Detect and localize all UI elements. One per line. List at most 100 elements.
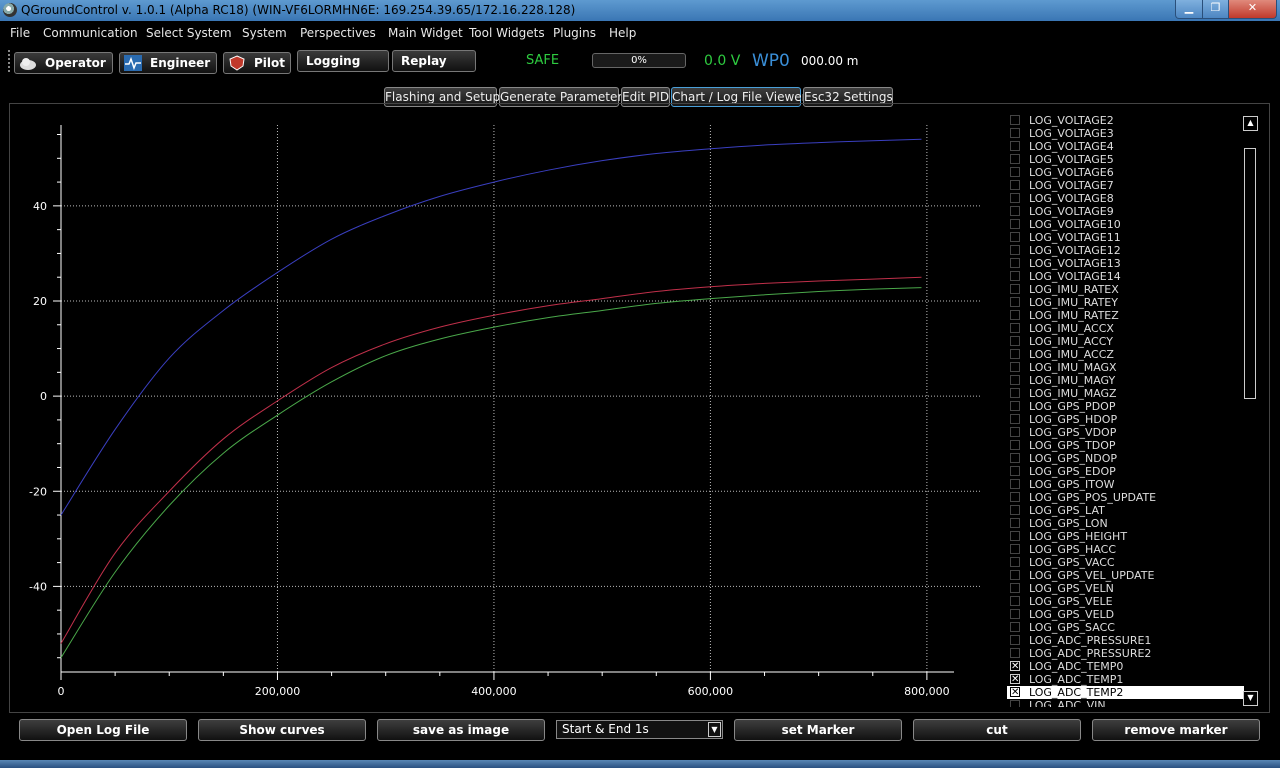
curve-checkbox[interactable]: [1010, 492, 1020, 502]
curve-checkbox[interactable]: [1010, 271, 1020, 281]
curve-checkbox[interactable]: ✕: [1010, 661, 1020, 672]
curve-checkbox[interactable]: [1010, 453, 1020, 463]
curve-checkbox[interactable]: [1010, 258, 1020, 268]
curve-checkbox[interactable]: [1010, 466, 1020, 476]
curve-checkbox[interactable]: [1010, 570, 1020, 580]
toolbar-grip[interactable]: [8, 50, 10, 74]
curve-list-item[interactable]: LOG_GPS_VELN: [1007, 582, 1244, 595]
save-as-image-button[interactable]: save as image: [377, 719, 545, 741]
menu-communication[interactable]: Communication: [43, 26, 138, 40]
curve-list-item[interactable]: LOG_GPS_ITOW: [1007, 478, 1244, 491]
curve-checkbox[interactable]: [1010, 648, 1020, 658]
curve-list-item[interactable]: LOG_IMU_ACCY: [1007, 335, 1244, 348]
curve-list-item[interactable]: LOG_GPS_VELD: [1007, 608, 1244, 621]
curve-list-item[interactable]: ✕ LOG_ADC_TEMP2: [1007, 686, 1244, 699]
curve-list-item[interactable]: LOG_VOLTAGE9: [1007, 205, 1244, 218]
curve-checkbox[interactable]: [1010, 297, 1020, 307]
curve-list-item[interactable]: LOG_IMU_RATEY: [1007, 296, 1244, 309]
curve-list-item[interactable]: LOG_GPS_LON: [1007, 517, 1244, 530]
show-curves-button[interactable]: Show curves: [198, 719, 366, 741]
curve-checkbox[interactable]: [1010, 245, 1020, 255]
minimize-button[interactable]: ▁: [1175, 0, 1203, 19]
curve-list-item[interactable]: LOG_VOLTAGE12: [1007, 244, 1244, 257]
menu-tool-widgets[interactable]: Tool Widgets: [469, 26, 545, 40]
menu-select-system[interactable]: Select System: [146, 26, 232, 40]
menu-perspectives[interactable]: Perspectives: [300, 26, 376, 40]
open-log-file-button[interactable]: Open Log File: [19, 719, 187, 741]
engineer-perspective-button[interactable]: Engineer: [119, 52, 217, 74]
curve-list-item[interactable]: LOG_GPS_VEL_UPDATE: [1007, 569, 1244, 582]
curve-checkbox[interactable]: [1010, 557, 1020, 567]
maximize-button[interactable]: ❐: [1202, 0, 1229, 19]
curve-list-item[interactable]: LOG_VOLTAGE5: [1007, 153, 1244, 166]
curve-list-scrollbar[interactable]: ▲ ▼: [1243, 114, 1258, 707]
curve-checkbox[interactable]: [1010, 596, 1020, 606]
curve-checkbox[interactable]: [1010, 427, 1020, 437]
curve-list-item[interactable]: LOG_GPS_VELE: [1007, 595, 1244, 608]
operator-perspective-button[interactable]: Operator: [14, 52, 113, 74]
curve-list-item[interactable]: LOG_GPS_PDOP: [1007, 400, 1244, 413]
curve-list-item[interactable]: LOG_VOLTAGE4: [1007, 140, 1244, 153]
curve-checkbox[interactable]: [1010, 479, 1020, 489]
logging-perspective-button[interactable]: Logging: [297, 50, 389, 72]
curve-list-item[interactable]: LOG_IMU_ACCX: [1007, 322, 1244, 335]
curve-list-item[interactable]: LOG_GPS_HEIGHT: [1007, 530, 1244, 543]
scroll-down-icon[interactable]: ▼: [1243, 691, 1258, 706]
curve-list-item[interactable]: LOG_ADC_PRESSURE2: [1007, 647, 1244, 660]
menu-main-widget[interactable]: Main Widget: [388, 26, 463, 40]
curve-list-item[interactable]: LOG_ADC_VIN: [1007, 699, 1244, 707]
curve-checkbox[interactable]: [1010, 323, 1020, 333]
curve-checkbox[interactable]: [1010, 284, 1020, 294]
curve-list-item[interactable]: LOG_IMU_MAGY: [1007, 374, 1244, 387]
set-marker-button[interactable]: set Marker: [734, 719, 902, 741]
menu-system[interactable]: System: [242, 26, 287, 40]
curve-checkbox[interactable]: [1010, 310, 1020, 320]
curve-checkbox[interactable]: [1010, 622, 1020, 632]
marker-range-select[interactable]: Start & End 1s ▼: [556, 720, 723, 739]
curve-checkbox[interactable]: [1010, 544, 1020, 554]
curve-checkbox[interactable]: [1010, 531, 1020, 541]
curve-checkbox[interactable]: ✕: [1010, 687, 1020, 698]
curve-list-item[interactable]: LOG_IMU_ACCZ: [1007, 348, 1244, 361]
curve-list-item[interactable]: LOG_GPS_TDOP: [1007, 439, 1244, 452]
curve-list-item[interactable]: LOG_GPS_VDOP: [1007, 426, 1244, 439]
curve-list-item[interactable]: ✕ LOG_ADC_TEMP0: [1007, 660, 1244, 673]
curve-checkbox[interactable]: [1010, 414, 1020, 424]
curve-checkbox[interactable]: [1010, 154, 1020, 164]
curve-checkbox[interactable]: [1010, 505, 1020, 515]
curve-list-item[interactable]: LOG_VOLTAGE2: [1007, 114, 1244, 127]
chevron-down-icon[interactable]: ▼: [708, 722, 721, 737]
curve-list-item[interactable]: LOG_VOLTAGE8: [1007, 192, 1244, 205]
curve-checkbox[interactable]: [1010, 141, 1020, 151]
curve-list-item[interactable]: LOG_GPS_POS_UPDATE: [1007, 491, 1244, 504]
curve-list-item[interactable]: LOG_ADC_PRESSURE1: [1007, 634, 1244, 647]
curve-list-item[interactable]: LOG_GPS_LAT: [1007, 504, 1244, 517]
replay-perspective-button[interactable]: Replay: [392, 50, 476, 72]
curve-list-item[interactable]: LOG_VOLTAGE6: [1007, 166, 1244, 179]
curve-list-item[interactable]: LOG_GPS_HDOP: [1007, 413, 1244, 426]
curve-list-item[interactable]: LOG_IMU_MAGX: [1007, 361, 1244, 374]
scrollbar-thumb[interactable]: [1244, 148, 1256, 399]
curve-checkbox[interactable]: ✕: [1010, 674, 1020, 685]
curve-checkbox[interactable]: [1010, 518, 1020, 528]
curve-checkbox[interactable]: [1010, 219, 1020, 229]
curve-checkbox[interactable]: [1010, 336, 1020, 346]
curve-checkbox[interactable]: [1010, 115, 1020, 125]
curve-checkbox[interactable]: [1010, 609, 1020, 619]
curve-list-item[interactable]: LOG_GPS_EDOP: [1007, 465, 1244, 478]
curve-checkbox[interactable]: [1010, 401, 1020, 411]
curve-checkbox[interactable]: [1010, 180, 1020, 190]
curve-checkbox[interactable]: [1010, 440, 1020, 450]
curve-list-item[interactable]: LOG_GPS_SACC: [1007, 621, 1244, 634]
curve-checkbox[interactable]: [1010, 700, 1020, 707]
curve-list-item[interactable]: LOG_IMU_MAGZ: [1007, 387, 1244, 400]
curve-checkbox[interactable]: [1010, 232, 1020, 242]
pilot-perspective-button[interactable]: Pilot: [223, 52, 291, 74]
curve-list-item[interactable]: LOG_VOLTAGE14: [1007, 270, 1244, 283]
curve-checkbox[interactable]: [1010, 583, 1020, 593]
curve-checkbox[interactable]: [1010, 375, 1020, 385]
curve-checkbox[interactable]: [1010, 362, 1020, 372]
curve-checkbox[interactable]: [1010, 349, 1020, 359]
curve-list-item[interactable]: LOG_VOLTAGE10: [1007, 218, 1244, 231]
curve-checkbox[interactable]: [1010, 388, 1020, 398]
